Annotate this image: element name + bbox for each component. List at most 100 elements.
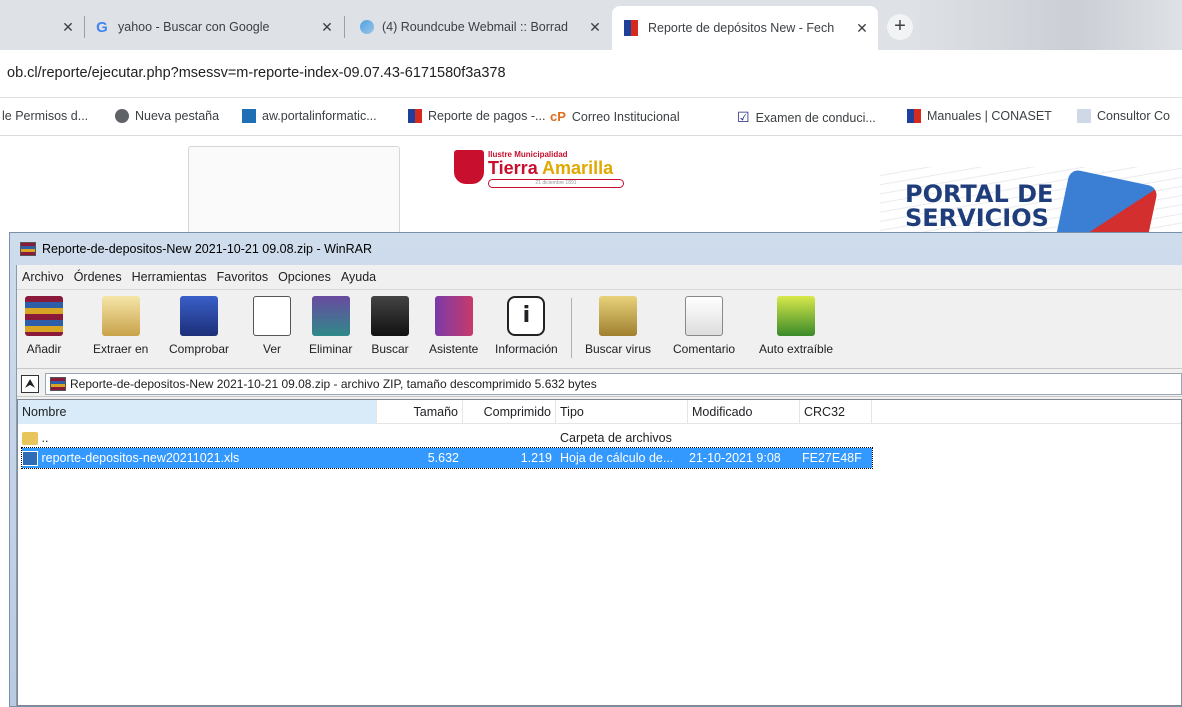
bookmark-label: Consultor Co	[1097, 109, 1170, 123]
menu-opciones[interactable]: Opciones	[273, 267, 336, 289]
add-button[interactable]: Añadir	[25, 296, 63, 364]
excel-file-icon	[22, 451, 38, 467]
info-button[interactable]: i Información	[495, 296, 558, 364]
toolbar-label: Asistente	[429, 342, 479, 356]
tab-title: yahoo - Buscar con Google	[118, 20, 270, 34]
tab-separator	[344, 16, 345, 38]
test-button[interactable]: Comprobar	[169, 296, 229, 364]
wizard-icon	[434, 296, 473, 336]
url-text[interactable]: ob.cl/reporte/ejecutar.php?msessv=m-repo…	[7, 65, 506, 81]
toolbar-label: Extraer en	[93, 342, 149, 356]
menu-ordenes[interactable]: Órdenes	[69, 267, 127, 289]
file-list[interactable]: Nombre Tamaño Comprimido Tipo Modificado…	[17, 399, 1182, 706]
toolbar-label: Comprobar	[169, 342, 230, 356]
bookmark[interactable]: aw.portalinformatic...	[242, 109, 377, 123]
file-crc: FE27E48F	[802, 451, 862, 465]
logo-date: 21 diciembre 1891	[488, 179, 624, 188]
virus-scan-button[interactable]: Buscar virus	[585, 296, 651, 364]
test-icon	[180, 296, 219, 336]
bookmark-label: le Permisos d...	[2, 109, 89, 123]
bookmark-label: Examen de conduci...	[755, 110, 876, 125]
document-icon	[1077, 109, 1091, 123]
column-modificado[interactable]: Modificado	[688, 400, 800, 424]
tab-title: (4) Roundcube Webmail :: Borrad	[382, 20, 568, 34]
logo-name-2: Amarilla	[542, 158, 614, 178]
toolbar-label: Ver	[262, 342, 281, 356]
toolbar-label: Información	[495, 342, 558, 356]
flag-icon	[907, 109, 921, 123]
info-icon: i	[507, 296, 546, 336]
column-tamano[interactable]: Tamaño	[377, 400, 463, 424]
toolbar-label: Buscar virus	[585, 342, 652, 356]
file-modified: 21-10-2021 9:08	[689, 451, 781, 465]
find-button[interactable]: Buscar	[371, 296, 409, 364]
column-nombre[interactable]: Nombre	[18, 400, 377, 424]
close-icon[interactable]: ✕	[852, 20, 872, 37]
extract-button[interactable]: Extraer en	[93, 296, 148, 364]
bookmark-label: Nueva pestaña	[135, 109, 220, 123]
login-panel	[188, 146, 400, 234]
comment-button[interactable]: Comentario	[673, 296, 735, 364]
column-tipo[interactable]: Tipo	[556, 400, 688, 424]
tab-google[interactable]: G yahoo - Buscar con Google ✕	[92, 8, 342, 46]
winrar-titlebar[interactable]: Reporte-de-depositos-New 2021-10-21 09.0…	[10, 233, 1182, 265]
virus-icon	[599, 296, 638, 336]
bookmark-label: Correo Institucional	[571, 109, 680, 124]
find-icon	[371, 296, 409, 336]
flag-icon	[624, 20, 638, 36]
menu-archivo[interactable]: Archivo	[17, 267, 69, 289]
close-icon[interactable]: ✕	[58, 19, 78, 36]
file-name: ..	[41, 431, 49, 445]
address-bar[interactable]: ob.cl/reporte/ejecutar.php?msessv=m-repo…	[0, 50, 1182, 98]
window-title: Reporte-de-depositos-New 2021-10-21 09.0…	[42, 242, 373, 256]
menu-favoritos[interactable]: Favoritos	[212, 267, 273, 289]
bookmark[interactable]: le Permisos d...	[2, 109, 88, 123]
bookmark[interactable]: Consultor Co	[1077, 109, 1170, 123]
bookmark[interactable]: Manuales | CONASET	[907, 109, 1052, 123]
portal-line: SERVICIOS	[905, 204, 1049, 232]
menu-ayuda[interactable]: Ayuda	[336, 267, 381, 289]
bookmark[interactable]: ☑ Examen de conduci...	[737, 109, 876, 126]
archive-icon	[50, 376, 66, 391]
menu-herramientas[interactable]: Herramientas	[127, 267, 212, 289]
file-row-selected[interactable]: reporte-depositos-new20211021.xls 5.632 …	[21, 447, 873, 469]
toolbar-label: Auto extraíble	[759, 342, 834, 356]
close-icon[interactable]: ✕	[585, 19, 605, 36]
bookmark[interactable]: Nueva pestaña	[115, 109, 219, 123]
tab-reporte[interactable]: Reporte de depósitos New - Fech ✕	[612, 6, 878, 50]
blurred-area	[915, 0, 1182, 50]
toolbar-label: Eliminar	[309, 342, 353, 356]
path-bar: ⮝ Reporte-de-depositos-New 2021-10-21 09…	[17, 371, 1182, 397]
path-text: Reporte-de-depositos-New 2021-10-21 09.0…	[70, 376, 597, 391]
view-button[interactable]: Ver	[253, 296, 291, 364]
wizard-button[interactable]: Asistente	[429, 296, 478, 364]
tab-separator	[84, 16, 85, 38]
close-tab-0[interactable]: ✕	[58, 8, 78, 46]
sfx-button[interactable]: Auto extraíble	[759, 296, 833, 364]
delete-button[interactable]: Eliminar	[309, 296, 352, 364]
toolbar-separator	[571, 298, 572, 358]
toolbar-label: Comentario	[673, 342, 736, 356]
file-row-parent[interactable]: .. Carpeta de archivos	[18, 428, 1181, 448]
toolbar: Añadir Extraer en Comprobar Ver Eliminar…	[17, 289, 1182, 369]
up-folder-button[interactable]: ⮝	[21, 374, 39, 393]
comment-icon	[685, 296, 724, 336]
tab-roundcube[interactable]: (4) Roundcube Webmail :: Borrad ✕	[360, 8, 610, 46]
bookmark[interactable]: cP Correo Institucional	[550, 109, 680, 124]
bookmark-label: aw.portalinformatic...	[262, 109, 377, 123]
bookmark[interactable]: Reporte de pagos -...	[408, 109, 545, 123]
flag-icon	[408, 109, 422, 123]
menu-bar: Archivo Órdenes Herramientas Favoritos O…	[17, 267, 381, 289]
column-comprimido[interactable]: Comprimido	[463, 400, 556, 424]
column-crc32[interactable]: CRC32	[800, 400, 872, 424]
close-icon[interactable]: ✕	[317, 19, 337, 36]
winrar-icon	[20, 242, 36, 256]
cpanel-icon: cP	[550, 109, 566, 124]
file-packed: 1.219	[520, 451, 552, 465]
new-tab-button[interactable]: +	[887, 14, 913, 40]
delete-icon	[311, 296, 350, 336]
portal-line: PORTAL DE	[905, 180, 1054, 208]
path-field[interactable]: Reporte-de-depositos-New 2021-10-21 09.0…	[45, 372, 1182, 395]
view-icon	[253, 296, 291, 336]
extract-icon	[101, 296, 140, 336]
